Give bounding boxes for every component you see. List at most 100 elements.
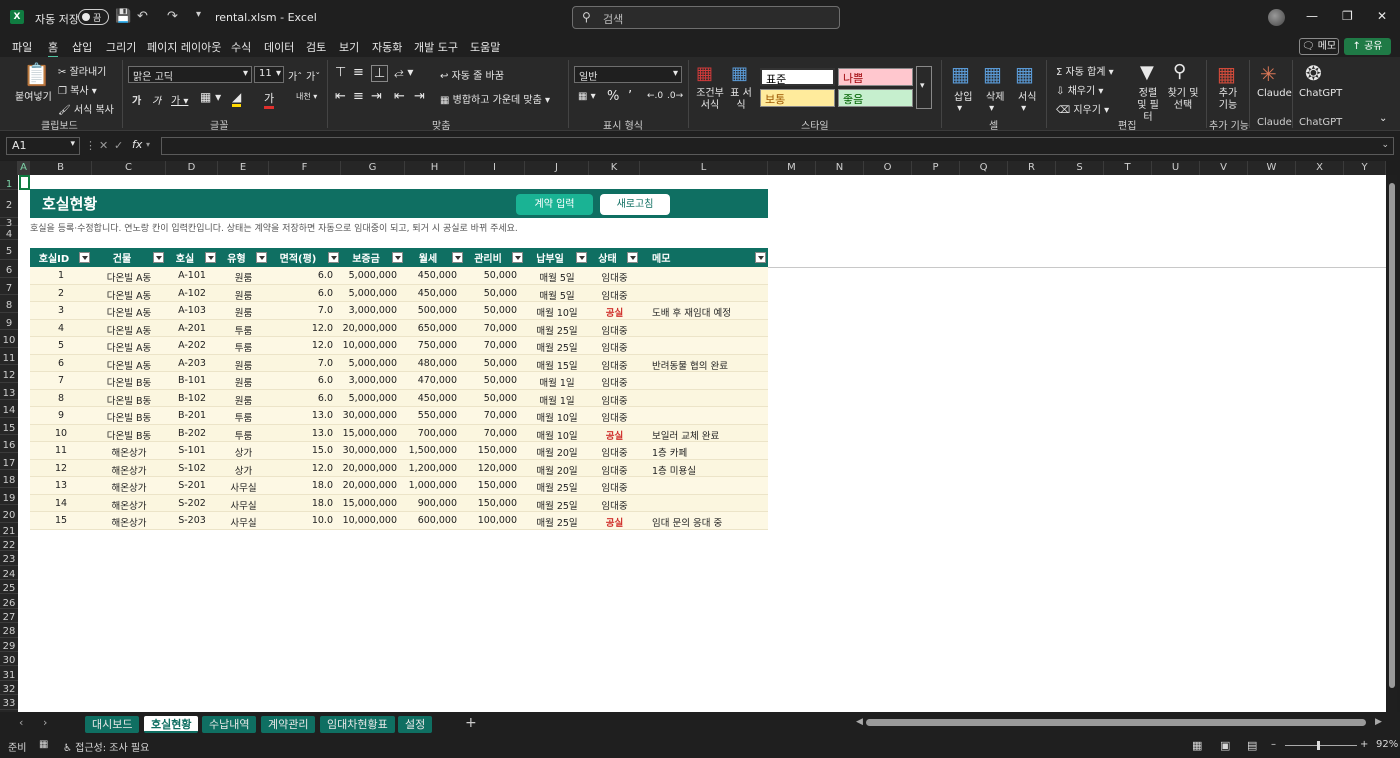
- refresh-button[interactable]: 새로고침: [600, 194, 670, 215]
- prev-sheet-icon[interactable]: ‹: [19, 716, 23, 729]
- row-header[interactable]: 1: [0, 175, 18, 190]
- table-cell[interactable]: 7.0: [269, 305, 333, 316]
- chatgpt-button[interactable]: ChatGPT: [1299, 88, 1342, 99]
- table-cell[interactable]: 1,500,000: [405, 445, 457, 456]
- row-header[interactable]: 10: [0, 330, 18, 348]
- avatar[interactable]: [1268, 9, 1285, 26]
- table-cell[interactable]: 6: [30, 358, 92, 369]
- table-cell[interactable]: 50,000: [465, 358, 517, 369]
- table-cell[interactable]: 900,000: [405, 498, 457, 509]
- table-cell[interactable]: 해온상가: [92, 445, 166, 459]
- col-header[interactable]: I: [465, 161, 525, 175]
- sheet-tab-payments[interactable]: 수납내역: [202, 716, 257, 733]
- table-cell[interactable]: 사무실: [218, 480, 269, 494]
- row-header[interactable]: 12: [0, 365, 18, 383]
- font-size-select[interactable]: 11 ▾: [254, 66, 284, 83]
- filter-dropdown-icon[interactable]: [755, 252, 766, 263]
- filter-dropdown-icon[interactable]: [205, 252, 216, 263]
- sort-filter-button[interactable]: 정렬 및 필터: [1133, 88, 1163, 124]
- table-cell[interactable]: 70,000: [465, 410, 517, 421]
- align-middle-icon[interactable]: ≡: [353, 65, 364, 80]
- table-cell[interactable]: 해온상가: [92, 480, 166, 494]
- sheet-tab-settings[interactable]: 설정: [398, 716, 433, 733]
- table-cell[interactable]: 750,000: [405, 340, 457, 351]
- table-cell[interactable]: 매월 1일: [525, 375, 589, 389]
- col-header[interactable]: C: [92, 161, 166, 175]
- horizontal-scroll-thumb[interactable]: [866, 719, 1366, 726]
- row-header[interactable]: 14: [0, 400, 18, 418]
- row-header[interactable]: 8: [0, 295, 18, 313]
- table-cell[interactable]: A-202: [166, 340, 218, 351]
- table-cell[interactable]: 원룸: [218, 288, 269, 302]
- autosave-toggle[interactable]: 끔: [78, 9, 109, 25]
- table-cell[interactable]: 13.0: [269, 410, 333, 421]
- table-cell[interactable]: 3,000,000: [341, 305, 397, 316]
- accounting-format-icon[interactable]: ▦ ▾: [578, 91, 596, 102]
- table-cell[interactable]: 투룸: [218, 340, 269, 354]
- table-cell[interactable]: 1: [30, 270, 92, 281]
- table-cell[interactable]: 15: [30, 515, 92, 526]
- table-cell[interactable]: 매월 10일: [525, 305, 589, 319]
- formula-input[interactable]: ⌄: [161, 137, 1394, 155]
- collapse-ribbon-icon[interactable]: ⌄: [1379, 113, 1387, 124]
- table-cell[interactable]: 11: [30, 445, 92, 456]
- table-cell[interactable]: 50,000: [465, 305, 517, 316]
- page-layout-view-icon[interactable]: ▣: [1220, 739, 1230, 752]
- table-cell[interactable]: 20,000,000: [341, 480, 397, 491]
- row-header[interactable]: 7: [0, 278, 18, 295]
- menu-home[interactable]: 홈: [48, 39, 59, 58]
- table-cell[interactable]: 7.0: [269, 358, 333, 369]
- table-cell[interactable]: S-102: [166, 463, 218, 474]
- table-cell[interactable]: 450,000: [405, 270, 457, 281]
- copy-button[interactable]: ❐ 복사 ▾: [58, 82, 97, 97]
- find-select-icon[interactable]: ⚲: [1173, 61, 1186, 82]
- underline-icon[interactable]: 가 ▾: [171, 92, 188, 107]
- table-cell[interactable]: 12.0: [269, 340, 333, 351]
- claude-icon[interactable]: ✳: [1260, 62, 1277, 86]
- table-cell[interactable]: 다온빌 A동: [92, 323, 166, 337]
- table-cell[interactable]: 임대중: [589, 393, 640, 407]
- sheet-tab-rooms[interactable]: 호실현황: [144, 716, 199, 733]
- table-cell[interactable]: 1층 미용실: [652, 463, 696, 477]
- table-cell[interactable]: 공실: [589, 515, 640, 529]
- table-cell[interactable]: 15,000,000: [341, 498, 397, 509]
- accessibility-status[interactable]: ♿ 접근성: 조사 필요: [63, 739, 149, 754]
- close-icon[interactable]: ✕: [1377, 9, 1387, 23]
- format-cells-button[interactable]: 서식 ▾: [1018, 88, 1036, 114]
- table-cell[interactable]: 해온상가: [92, 463, 166, 477]
- col-header[interactable]: V: [1200, 161, 1248, 175]
- table-cell[interactable]: B-102: [166, 393, 218, 404]
- table-cell[interactable]: 15.0: [269, 445, 333, 456]
- table-cell[interactable]: 30,000,000: [341, 445, 397, 456]
- table-cell[interactable]: 임대중: [589, 410, 640, 424]
- table-cell[interactable]: 5,000,000: [341, 270, 397, 281]
- table-cell[interactable]: 상가: [218, 463, 269, 477]
- table-cell[interactable]: 10,000,000: [341, 515, 397, 526]
- filter-dropdown-icon[interactable]: [328, 252, 339, 263]
- menu-developer[interactable]: 개발 도구: [414, 39, 458, 55]
- enter-icon[interactable]: ✓: [114, 139, 123, 152]
- table-cell[interactable]: 13.0: [269, 428, 333, 439]
- decrease-decimal-icon[interactable]: .0→: [667, 91, 683, 101]
- table-cell[interactable]: 임대중: [589, 463, 640, 477]
- table-cell[interactable]: 매월 25일: [525, 498, 589, 512]
- menu-file[interactable]: 파일: [12, 39, 32, 55]
- row-header[interactable]: 13: [0, 383, 18, 400]
- menu-formulas[interactable]: 수식: [231, 39, 251, 55]
- contract-input-button[interactable]: 계약 입력: [516, 194, 593, 215]
- table-cell[interactable]: S-202: [166, 498, 218, 509]
- table-cell[interactable]: 3: [30, 305, 92, 316]
- col-header[interactable]: E: [218, 161, 269, 175]
- row-header[interactable]: 6: [0, 260, 18, 278]
- table-cell[interactable]: 5,000,000: [341, 393, 397, 404]
- table-cell[interactable]: 30,000,000: [341, 410, 397, 421]
- row-header[interactable]: 26: [0, 595, 18, 609]
- table-cell[interactable]: 2: [30, 288, 92, 299]
- table-cell[interactable]: 투룸: [218, 323, 269, 337]
- table-cell[interactable]: 70,000: [465, 323, 517, 334]
- table-cell[interactable]: 5,000,000: [341, 358, 397, 369]
- table-cell[interactable]: 원룸: [218, 270, 269, 284]
- menu-view[interactable]: 보기: [339, 39, 359, 55]
- merge-center-button[interactable]: ▦ 병합하고 가운데 맞춤 ▾: [440, 91, 550, 106]
- table-cell[interactable]: 1,200,000: [405, 463, 457, 474]
